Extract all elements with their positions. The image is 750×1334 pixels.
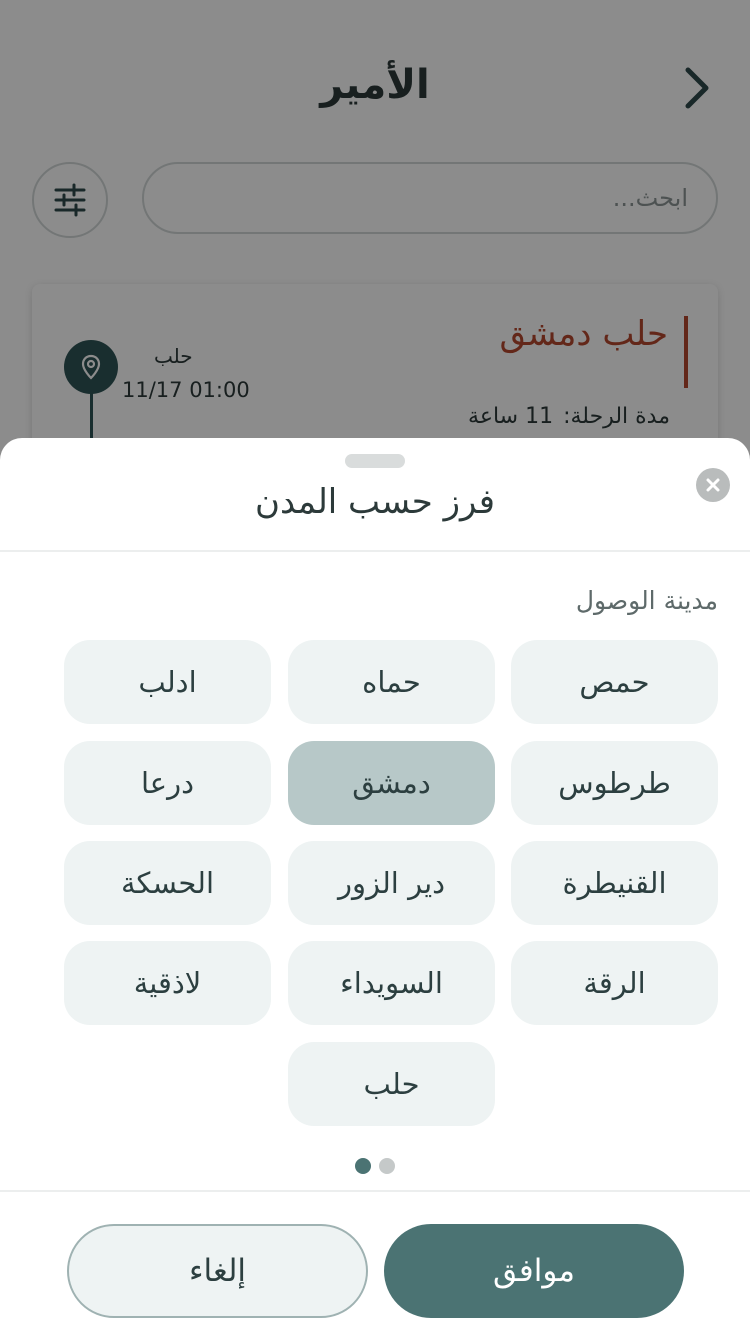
city-chip-deir-ez-zor[interactable]: دير الزور (288, 841, 495, 925)
city-chip-raqqa[interactable]: الرقة (511, 941, 718, 1025)
page-dot-active[interactable] (355, 1158, 371, 1174)
footer-divider (0, 1190, 750, 1192)
city-chip-latakia[interactable]: لاذقية (64, 941, 271, 1025)
city-chip-hama[interactable]: حماه (288, 640, 495, 724)
sheet-drag-handle[interactable] (345, 454, 405, 468)
page-indicator (0, 1158, 750, 1174)
close-button[interactable] (696, 468, 730, 502)
header-divider (0, 550, 750, 552)
close-icon (706, 478, 720, 492)
sheet-title: فرز حسب المدن (254, 482, 496, 522)
city-chip-sweida[interactable]: السويداء (288, 941, 495, 1025)
city-chip-quneitra[interactable]: القنيطرة (511, 841, 718, 925)
city-chip-daraa[interactable]: درعا (64, 741, 271, 825)
city-chip-hasakah[interactable]: الحسكة (64, 841, 271, 925)
city-chip-aleppo[interactable]: حلب (288, 1042, 495, 1126)
section-label: مدينة الوصول (575, 586, 718, 615)
confirm-button[interactable]: موافق (384, 1224, 684, 1318)
city-chip-idlib[interactable]: ادلب (64, 640, 271, 724)
city-filter-sheet: فرز حسب المدن مدينة الوصول حمص حماه ادلب… (0, 438, 750, 1334)
city-chip-homs[interactable]: حمص (511, 640, 718, 724)
cancel-button[interactable]: إلغاء (67, 1224, 368, 1318)
city-chip-tartus[interactable]: طرطوس (511, 741, 718, 825)
city-chip-damascus[interactable]: دمشق (288, 741, 495, 825)
page-dot[interactable] (379, 1158, 395, 1174)
